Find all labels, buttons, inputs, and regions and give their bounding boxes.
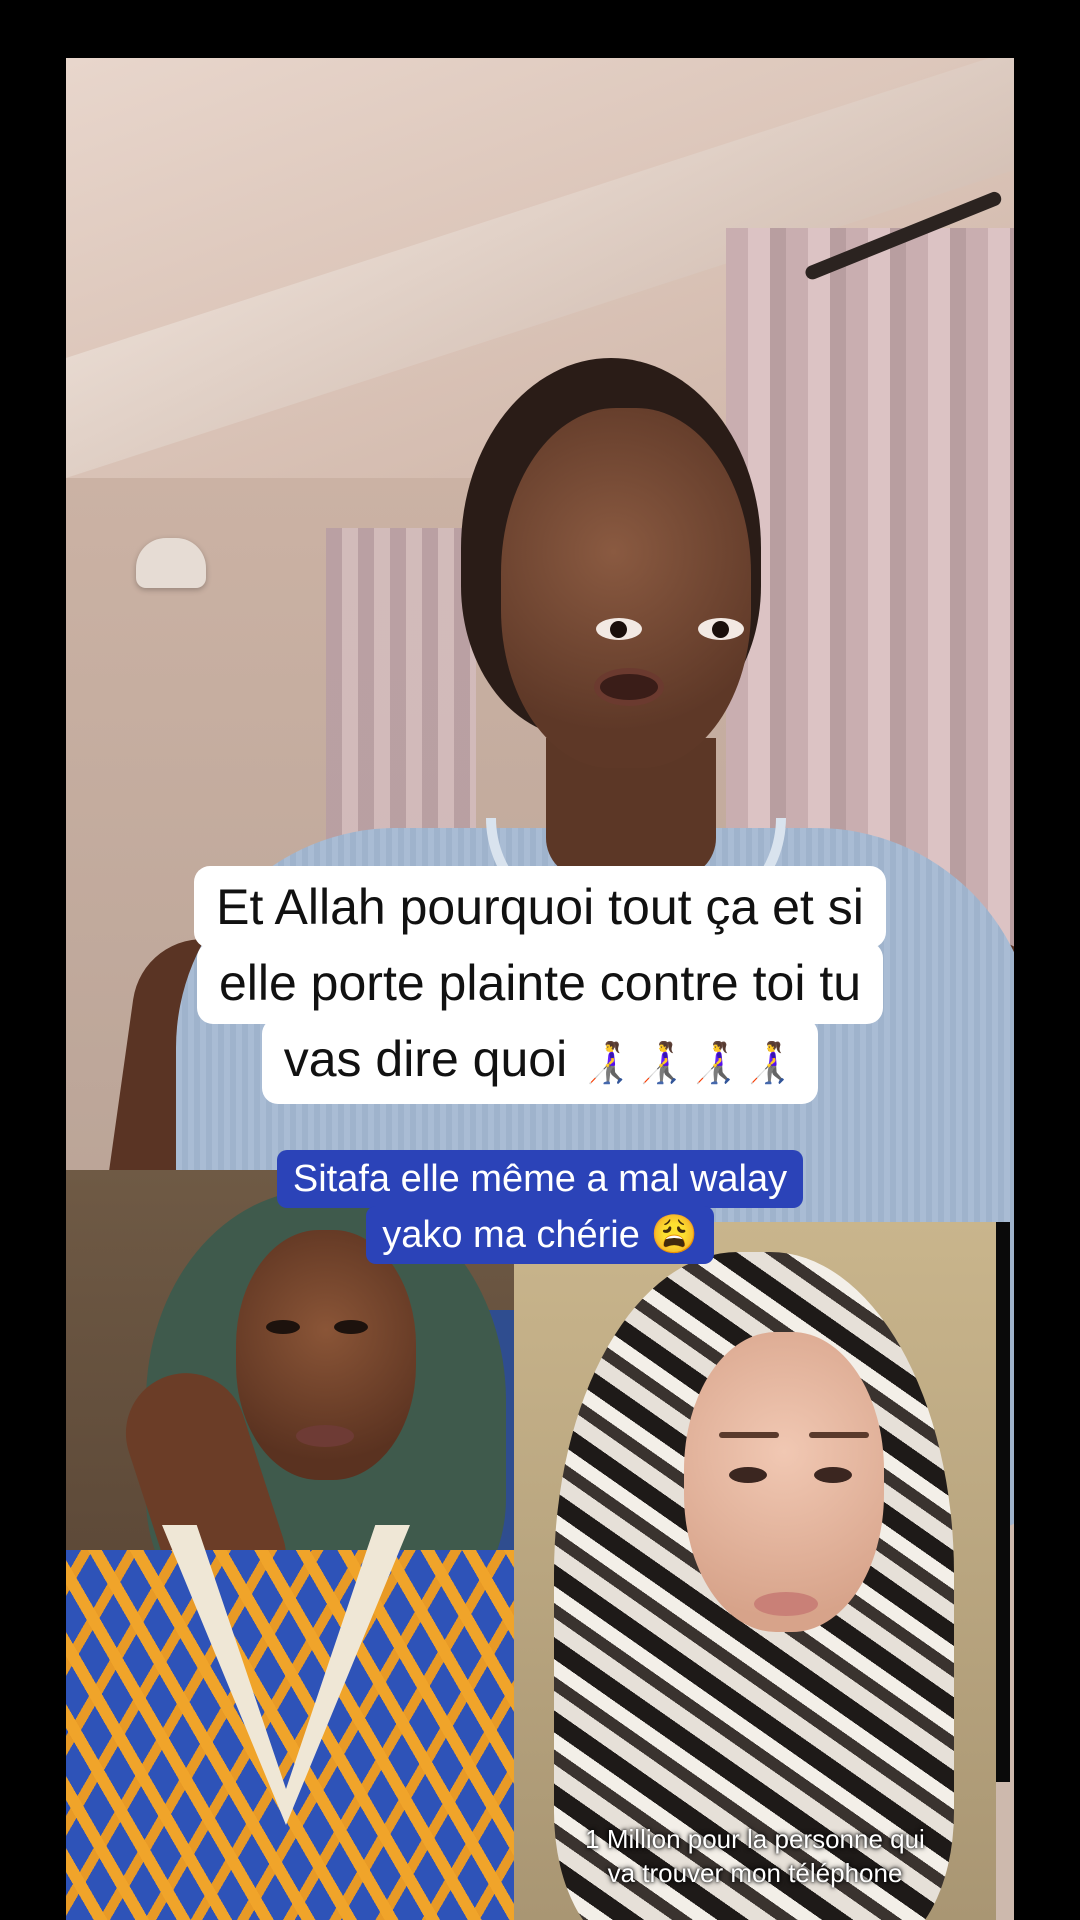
caption-blue-line-1: Sitafa elle même a mal walay	[276, 1150, 804, 1208]
eye-right	[334, 1320, 368, 1334]
face	[684, 1332, 884, 1632]
patterned-dress	[66, 1550, 514, 1920]
eye-right	[698, 618, 744, 640]
caption-main-line-1: Et Allah pourquoi tout ça et si	[194, 866, 886, 948]
eye-right	[814, 1467, 852, 1483]
stitched-clip-left[interactable]	[66, 1170, 514, 1920]
lips	[296, 1425, 354, 1447]
caption-main: Et Allah pourquoi tout ça et si elle por…	[0, 866, 1080, 1104]
eyebrow-right	[809, 1432, 869, 1438]
edge-strip	[996, 1222, 1010, 1782]
eye-left	[266, 1320, 300, 1334]
clip-caption-line-1: 1 Million pour la personne qui	[585, 1824, 925, 1854]
caption-main-line-3: vas dire quoi 👩‍🦯👩‍🦯👩‍🦯👩‍🦯	[261, 1018, 819, 1104]
lips	[754, 1592, 818, 1616]
caption-main-line-2: elle porte plainte contre toi tu	[196, 942, 884, 1024]
clip-caption-line-2: va trouver mon téléphone	[607, 1858, 903, 1888]
eye-left	[729, 1467, 767, 1483]
eyebrow-left	[719, 1432, 779, 1438]
caption-blue-line-2: yako ma chérie 😩	[366, 1206, 714, 1264]
caption-blue: Sitafa elle même a mal walay yako ma ché…	[0, 1150, 1080, 1264]
clip-caption: 1 Million pour la personne qui va trouve…	[514, 1822, 996, 1890]
mouth	[594, 668, 664, 706]
stitched-clip-right[interactable]: 1 Million pour la personne qui va trouve…	[514, 1222, 996, 1920]
blind-person-emoji-icon: 👩‍🦯👩‍🦯👩‍🦯👩‍🦯	[581, 1041, 797, 1085]
face	[501, 408, 751, 768]
eye-left	[596, 618, 642, 640]
caption-main-line-3-text: vas dire quoi	[283, 1031, 568, 1087]
